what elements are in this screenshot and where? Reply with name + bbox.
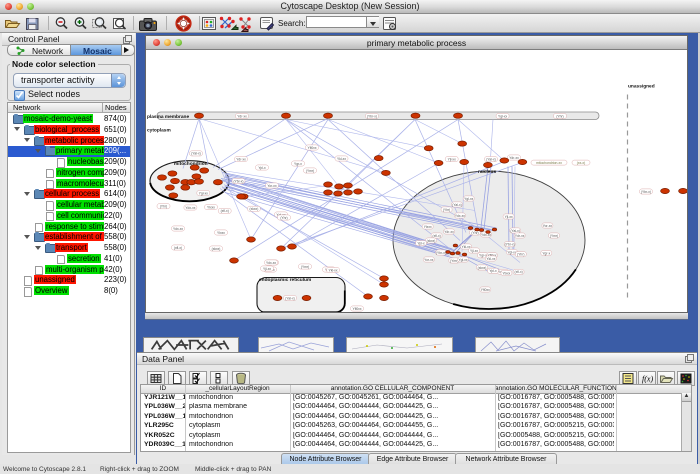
svg-text:Yor-xx: Yor-xx [424, 258, 434, 262]
svg-text:Ypl-x: Ypl-x [417, 241, 425, 245]
svg-text:Ydx-xx: Ydx-xx [481, 233, 491, 237]
svg-text:Ykl-xx: Ykl-xx [486, 257, 495, 261]
svg-text:Ydr-xx: Ydr-xx [509, 156, 519, 160]
svg-text:(xfl-x): (xfl-x) [432, 234, 440, 238]
svg-text:Ylxxx: Ylxxx [502, 271, 510, 275]
svg-text:Ydx-xx: Ydx-xx [266, 261, 276, 265]
svg-text:Yfl0xx: Yfl0xx [353, 307, 362, 311]
svg-text:(Yal-x): (Yal-x) [285, 296, 294, 300]
svg-text:plasma membrane: plasma membrane [147, 114, 189, 120]
svg-text:f(x): f(x) [642, 375, 653, 384]
svg-text:Ypl-x: Ypl-x [489, 269, 497, 273]
svg-text:Ydr-xx: Ydr-xx [236, 157, 246, 161]
svg-text:Ydx-xx: Ydx-xx [185, 206, 195, 210]
svg-text:Ygr-x: Ygr-x [294, 162, 302, 166]
svg-text:(Yhr): (Yhr) [280, 216, 287, 220]
svg-text:(Yal-x): (Yal-x) [510, 229, 519, 233]
svg-text:(Yhr): (Yhr) [160, 205, 167, 209]
svg-text:(Ymr): (Ymr) [306, 169, 314, 173]
svg-text:(xx-x): (xx-x) [577, 161, 585, 165]
svg-text:(xkxx): (xkxx) [250, 207, 259, 211]
svg-text:(Ybr-x): (Ybr-x) [641, 190, 651, 194]
svg-text:Ydx-xx: Ydx-xx [455, 214, 465, 218]
svg-text:Ygl-xx: Ygl-xx [458, 258, 468, 262]
svg-text:unassigned: unassigned [628, 84, 655, 90]
svg-text:(Ymr): (Ymr) [550, 234, 558, 238]
svg-text:Yor-xx: Yor-xx [543, 224, 553, 228]
svg-text:Ygl-xx: Ygl-xx [464, 197, 474, 201]
svg-text:Ylxxx: Ylxxx [424, 225, 432, 229]
svg-text:(xfl-x): (xfl-x) [221, 209, 229, 213]
svg-text:(xkxx): (xkxx) [212, 247, 221, 251]
svg-text:Yjl-xx: Yjl-xx [505, 215, 513, 219]
svg-text:Ygr-x: Ygr-x [542, 251, 550, 255]
svg-text:Yor-xx: Yor-xx [267, 184, 277, 188]
svg-text:(Ybr-x): (Ybr-x) [233, 179, 243, 183]
svg-text:Yjl-xx: Yjl-xx [470, 249, 478, 253]
svg-text:Ypl-x: Ypl-x [258, 166, 266, 170]
svg-text:Ygl-xx: Ygl-xx [199, 191, 209, 195]
svg-text:(Ybr-x): (Ybr-x) [505, 243, 515, 247]
svg-text:Ylxxx: Ylxxx [217, 231, 225, 235]
svg-text:Ylxxx: Ylxxx [207, 205, 215, 209]
svg-text:Yjl-xx: Yjl-xx [448, 157, 456, 161]
svg-text:mitochondrion-xx: mitochondrion-xx [536, 161, 562, 165]
svg-text:Yfl0xx: Yfl0xx [481, 288, 490, 292]
svg-text:(xkxx): (xkxx) [478, 266, 487, 270]
svg-text:(Yal-x): (Yal-x) [452, 203, 461, 207]
svg-text:(Yhr): (Yhr) [517, 253, 524, 257]
svg-text:Ykl-xx: Ykl-xx [337, 157, 346, 161]
svg-text:(Ybr-x): (Ybr-x) [436, 251, 446, 255]
svg-text:(Ymr): (Ymr) [301, 265, 309, 269]
svg-text:cytoplasm: cytoplasm [147, 128, 171, 134]
svg-text:endoplasmic reticulum: endoplasmic reticulum [259, 277, 311, 283]
svg-text:(Yhr): (Yhr) [556, 114, 563, 118]
svg-text:Ydx-xx: Ydx-xx [173, 227, 183, 231]
svg-text:Yfl0xx: Yfl0xx [308, 146, 317, 150]
svg-text:(Ybr-x): (Ybr-x) [367, 114, 377, 118]
svg-text:Yjl-xx: Yjl-xx [263, 267, 271, 271]
svg-text:Ykl-xx: Ykl-xx [329, 268, 338, 272]
svg-text:(Yal-x): (Yal-x) [486, 157, 495, 161]
svg-text:Ygl-xx: Ygl-xx [498, 114, 508, 118]
svg-text:(Yhr): (Yhr) [443, 208, 450, 212]
svg-text:Ydr-xx: Ydr-xx [444, 230, 454, 234]
svg-text:nucleus: nucleus [478, 169, 496, 175]
svg-text:Ydr-xx: Ydr-xx [237, 114, 247, 118]
svg-text:(xfl-x): (xfl-x) [514, 270, 522, 274]
svg-text:(xfl-x): (xfl-x) [174, 246, 182, 250]
svg-text:Ydr-xx: Ydr-xx [515, 234, 525, 238]
svg-text:(Yhr): (Yhr) [471, 231, 478, 235]
svg-text:(xkxx): (xkxx) [427, 239, 436, 243]
svg-text:(Yal-x): (Yal-x) [191, 152, 200, 156]
svg-text:(Ymr): (Ymr) [450, 259, 458, 263]
